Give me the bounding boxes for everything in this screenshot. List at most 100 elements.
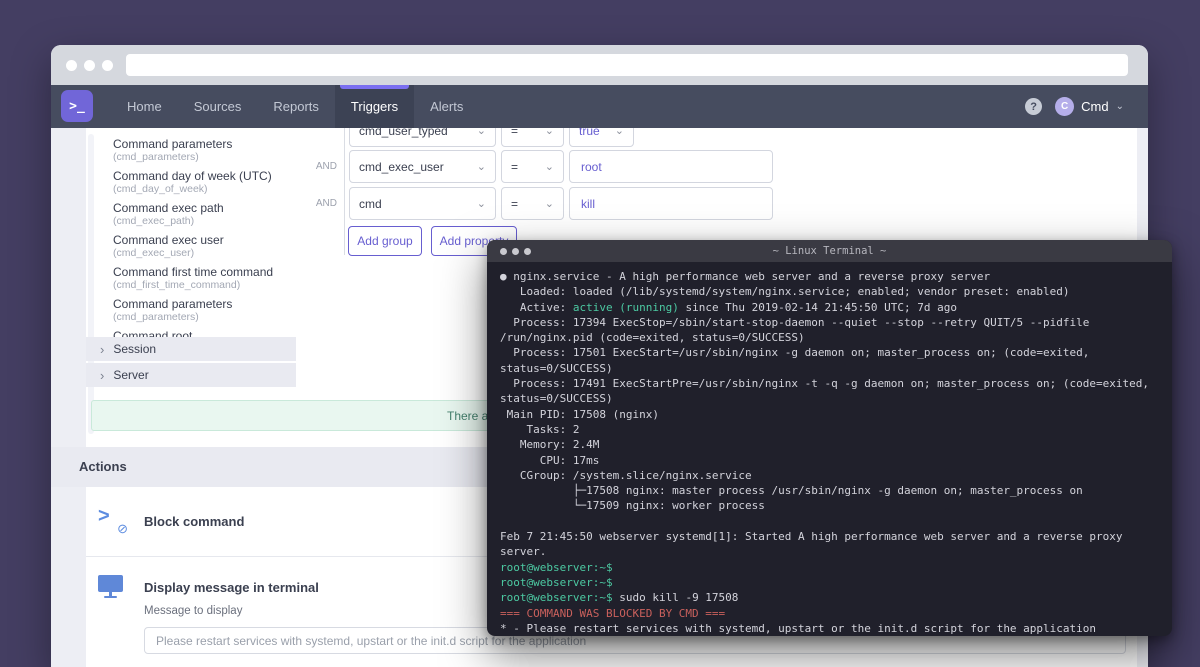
condition-operator-select[interactable]: = ⌄ <box>501 128 564 147</box>
terminal-line: status=0/SUCCESS) <box>500 392 613 406</box>
terminal-line: server. <box>500 545 547 559</box>
nav-right: ? C Cmd ⌄ <box>1025 85 1148 128</box>
terminal-title: ~ Linux Terminal ~ <box>772 245 887 257</box>
terminal-line: root@webserver:~$ sudo kill -9 17508 <box>500 591 739 605</box>
block-command-icon: > ⊘ <box>98 505 128 536</box>
param-title: Command day of week (UTC) <box>113 169 272 183</box>
condition-value-input[interactable]: root <box>569 150 773 183</box>
field-value: cmd_exec_user <box>359 159 444 174</box>
browser-window-controls[interactable] <box>66 59 113 71</box>
tab-sources[interactable]: Sources <box>178 85 258 128</box>
monitor-screen <box>98 575 123 592</box>
group-label: Session <box>113 342 157 356</box>
condition-operator-select[interactable]: = ⌄ <box>501 187 564 220</box>
sidebar-param-item[interactable]: Command exec user (cmd_exec_user) <box>113 233 296 259</box>
value-text: true <box>579 128 600 138</box>
terminal-line: Active: active (running) since Thu 2019-… <box>500 300 957 314</box>
condition-value-select[interactable]: true ⌄ <box>569 128 634 147</box>
browser-chrome-bar <box>51 45 1148 85</box>
and-label: AND <box>315 198 337 209</box>
chevron-right-icon: › <box>100 341 105 357</box>
terminal-line: CGroup: /system.slice/nginx.service <box>500 468 752 482</box>
tab-alerts[interactable]: Alerts <box>414 85 479 128</box>
window-control-dot[interactable] <box>512 247 519 255</box>
terminal-line: Process: 17501 ExecStart=/usr/sbin/nginx… <box>500 346 1090 360</box>
condition-operator-select[interactable]: = ⌄ <box>501 150 564 183</box>
help-icon[interactable]: ? <box>1025 98 1043 115</box>
terminal-window-controls[interactable] <box>500 247 531 255</box>
terminal-line: Memory: 2.4M <box>500 438 600 452</box>
condition-connector-line <box>344 128 345 255</box>
prohibition-glyph: ⊘ <box>117 521 128 536</box>
terminal-line: ├─17508 nginx: master process /usr/sbin/… <box>500 484 1083 498</box>
param-title: Command parameters <box>113 297 233 311</box>
terminal-line: Process: 17491 ExecStartPre=/usr/sbin/ng… <box>500 377 1150 391</box>
terminal-line: === COMMAND WAS BLOCKED BY CMD === <box>500 606 726 620</box>
top-nav: >_ Home Sources Reports Triggers Alerts ? C … <box>51 85 1148 128</box>
window-control-dot[interactable] <box>66 59 77 71</box>
terminal-line: root@webserver:~$ <box>500 560 613 574</box>
terminal-line: Tasks: 2 <box>500 422 580 436</box>
terminal-titlebar[interactable]: ~ Linux Terminal ~ <box>487 240 1172 262</box>
param-code: (cmd_parameters) <box>113 151 199 163</box>
sidebar-param-item[interactable]: Command parameters (cmd_parameters) <box>113 137 296 163</box>
value-text: root <box>581 159 602 174</box>
terminal-line: Feb 7 21:45:50 webserver systemd[1]: Sta… <box>500 530 1123 544</box>
and-label: AND <box>315 161 337 172</box>
terminal-line: Main PID: 17508 (nginx) <box>500 407 659 421</box>
condition-field-select[interactable]: cmd_user_typed ⌄ <box>349 128 496 147</box>
condition-field-select[interactable]: cmd_exec_user ⌄ <box>349 150 496 183</box>
terminal-line: ● nginx.service - A high performance web… <box>500 270 991 283</box>
monitor-base <box>104 596 117 598</box>
condition-value-input[interactable]: kill <box>569 187 773 220</box>
sidebar-param-item[interactable]: Command parameters (cmd_parameters) <box>113 297 296 323</box>
terminal-line: * - Please restart services with systemd… <box>500 621 1097 635</box>
param-title: Command exec path <box>113 201 224 215</box>
sidebar-param-item[interactable]: Command first time command (cmd_first_tim… <box>113 265 296 291</box>
chevron-down-icon: ⌄ <box>476 161 486 173</box>
condition-field-select[interactable]: cmd ⌄ <box>349 187 496 220</box>
terminal-line: Process: 17394 ExecStop=/sbin/start-stop… <box>500 315 1090 329</box>
param-code: (cmd_day_of_week) <box>113 183 208 195</box>
nav-tabs: Home Sources Reports Triggers Alerts <box>111 85 479 128</box>
terminal-line: /run/nginx.pid (code=exited, status=0/SU… <box>500 331 805 345</box>
param-code: (cmd_exec_path) <box>113 215 195 227</box>
linux-terminal-window: ~ Linux Terminal ~ ● nginx.service - A h… <box>487 240 1172 636</box>
param-title: Command root <box>113 329 193 337</box>
tab-home[interactable]: Home <box>111 85 178 128</box>
chevron-right-icon: › <box>100 367 105 383</box>
sidebar-param-item[interactable]: Command root <box>113 329 296 337</box>
chevron-down-icon: ⌄ <box>544 161 554 173</box>
terminal-line: root@webserver:~$ <box>500 575 613 589</box>
url-bar[interactable] <box>126 54 1128 76</box>
window-control-dot[interactable] <box>524 247 531 255</box>
sidebar-group-session[interactable]: › Session <box>86 337 296 361</box>
group-label: Server <box>113 368 149 382</box>
block-command-label: Block command <box>144 514 245 529</box>
app-logo-terminal-icon[interactable]: >_ <box>61 90 93 122</box>
window-control-dot[interactable] <box>84 59 95 71</box>
chevron-down-icon: ⌄ <box>614 128 624 137</box>
param-code: (cmd_exec_user) <box>113 247 195 259</box>
tab-label: Alerts <box>430 99 464 114</box>
chevron-down-icon: ⌄ <box>544 198 554 210</box>
add-group-button[interactable]: Add group <box>348 226 422 256</box>
terminal-line: Loaded: loaded (/lib/systemd/system/ngin… <box>500 285 1070 299</box>
terminal-body: ● nginx.service - A high performance web… <box>487 262 1172 636</box>
account-menu[interactable]: C Cmd ⌄ <box>1055 97 1124 116</box>
actions-heading: Actions <box>79 459 127 474</box>
tab-triggers[interactable]: Triggers <box>334 85 415 128</box>
terminal-line: CPU: 17ms <box>500 453 600 467</box>
sidebar-param-item[interactable]: Command day of week (UTC) (cmd_day_of_wee… <box>113 169 296 195</box>
sidebar-group-server[interactable]: › Server <box>86 363 296 387</box>
chevron-down-icon: ⌄ <box>476 198 486 210</box>
window-control-dot[interactable] <box>500 247 507 255</box>
tab-label: Reports <box>273 99 319 114</box>
chevron-down-icon: ⌄ <box>544 128 554 137</box>
sidebar-param-item[interactable]: Command exec path (cmd_exec_path) <box>113 201 296 227</box>
tab-reports[interactable]: Reports <box>257 85 335 128</box>
param-title: Command parameters <box>113 137 233 151</box>
window-control-dot[interactable] <box>102 59 113 71</box>
operator-value: = <box>511 159 519 174</box>
